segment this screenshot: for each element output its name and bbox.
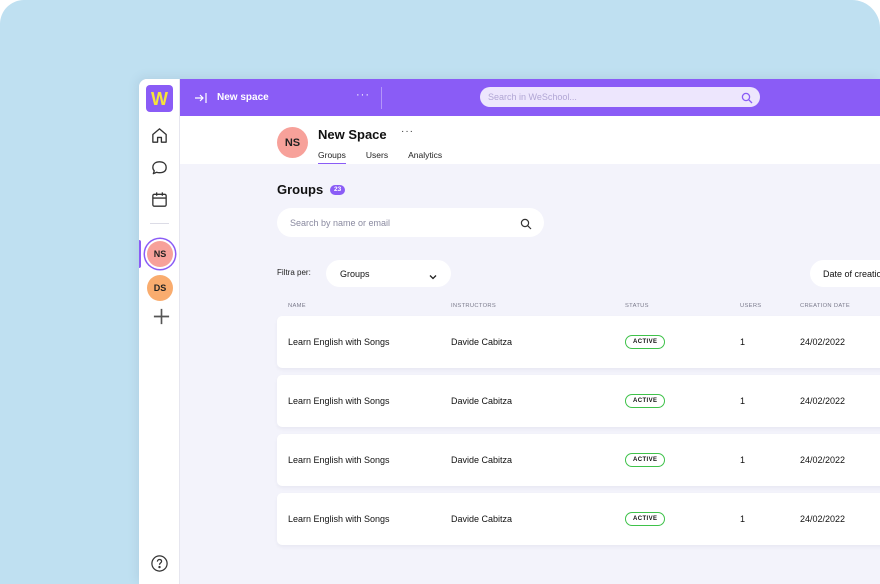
- tab-groups[interactable]: Groups: [318, 150, 346, 164]
- group-name-cell: Learn English with Songs: [288, 396, 390, 406]
- table-row[interactable]: Learn English with Songs Davide Cabitza …: [277, 493, 880, 545]
- table-row[interactable]: Learn English with Songs Davide Cabitza …: [277, 434, 880, 486]
- chat-icon[interactable]: [150, 158, 169, 177]
- header-more-button[interactable]: ···: [401, 126, 414, 137]
- search-icon: [741, 91, 753, 104]
- column-header-creation-date[interactable]: CREATION DATE: [800, 303, 850, 309]
- space-avatar-ds[interactable]: DS: [147, 275, 173, 301]
- weschool-logo[interactable]: W: [146, 85, 173, 112]
- groups-search-input[interactable]: Search by name or email: [277, 208, 544, 237]
- column-header-instructors[interactable]: INSTRUCTORS: [451, 303, 496, 309]
- sort-dropdown-value: Date of creation: [823, 269, 880, 279]
- status-badge: ACTIVE: [625, 512, 666, 526]
- group-name-cell: Learn English with Songs: [288, 455, 390, 465]
- column-header-name[interactable]: NAME: [288, 303, 306, 309]
- space-tabs: Groups Users Analytics: [318, 150, 442, 164]
- creation-date-cell: 24/02/2022: [800, 455, 846, 465]
- users-cell: 1: [740, 514, 746, 524]
- home-icon[interactable]: [150, 126, 169, 145]
- space-avatar-ns[interactable]: NS: [147, 241, 173, 267]
- active-space-indicator: [139, 240, 141, 268]
- top-bar: New space ··· Search in WeSchool...: [180, 79, 880, 116]
- logo-letter: W: [151, 88, 168, 109]
- app-window: W NS DS New space ··· Search in WeSchool…: [139, 79, 880, 584]
- column-header-status[interactable]: STATUS: [625, 303, 649, 309]
- sidebar-divider: [150, 223, 169, 224]
- users-cell: 1: [740, 396, 746, 406]
- filter-dropdown[interactable]: Groups: [326, 260, 451, 287]
- creation-date-cell: 24/02/2022: [800, 514, 846, 524]
- users-cell: 1: [740, 337, 746, 347]
- space-header: NS New Space ··· Groups Users Analytics: [180, 116, 880, 164]
- sidebar: W NS DS: [139, 79, 180, 584]
- group-name-cell: Learn English with Songs: [288, 337, 390, 347]
- status-badge: ACTIVE: [625, 453, 666, 467]
- calendar-icon[interactable]: [150, 190, 169, 209]
- search-icon: [520, 217, 532, 230]
- instructor-cell: Davide Cabitza: [451, 396, 513, 406]
- creation-date-cell: 24/02/2022: [800, 337, 846, 347]
- sort-dropdown[interactable]: Date of creation: [810, 260, 880, 287]
- table-row[interactable]: Learn English with Songs Davide Cabitza …: [277, 316, 880, 368]
- instructor-cell: Davide Cabitza: [451, 514, 513, 524]
- creation-date-cell: 24/02/2022: [800, 396, 846, 406]
- help-icon[interactable]: [150, 554, 169, 573]
- status-badge: ACTIVE: [625, 335, 666, 349]
- tab-users[interactable]: Users: [366, 150, 388, 164]
- space-avatar: NS: [277, 127, 308, 158]
- groups-heading: Groups: [277, 182, 324, 197]
- groups-search-placeholder: Search by name or email: [290, 218, 391, 228]
- topbar-divider: [381, 87, 382, 109]
- groups-count-badge: 23: [330, 185, 346, 195]
- global-search-input[interactable]: Search in WeSchool...: [480, 87, 760, 107]
- chevron-down-icon: [428, 269, 438, 280]
- filter-label: Filtra per:: [277, 268, 311, 277]
- column-header-users[interactable]: USERS: [740, 303, 761, 309]
- global-search-placeholder: Search in WeSchool...: [488, 92, 577, 102]
- space-more-button[interactable]: ···: [356, 89, 370, 101]
- users-cell: 1: [740, 455, 746, 465]
- table-header: NAME INSTRUCTORS STATUS USERS CREATION D…: [139, 303, 880, 313]
- instructor-cell: Davide Cabitza: [451, 455, 513, 465]
- page-title: New Space: [318, 127, 387, 142]
- tab-analytics[interactable]: Analytics: [408, 150, 442, 164]
- status-badge: ACTIVE: [625, 394, 666, 408]
- table-row[interactable]: Learn English with Songs Davide Cabitza …: [277, 375, 880, 427]
- space-title[interactable]: New space: [217, 92, 269, 103]
- instructor-cell: Davide Cabitza: [451, 337, 513, 347]
- filter-dropdown-value: Groups: [340, 269, 370, 279]
- group-name-cell: Learn English with Songs: [288, 514, 390, 524]
- expand-sidebar-icon[interactable]: [194, 91, 208, 105]
